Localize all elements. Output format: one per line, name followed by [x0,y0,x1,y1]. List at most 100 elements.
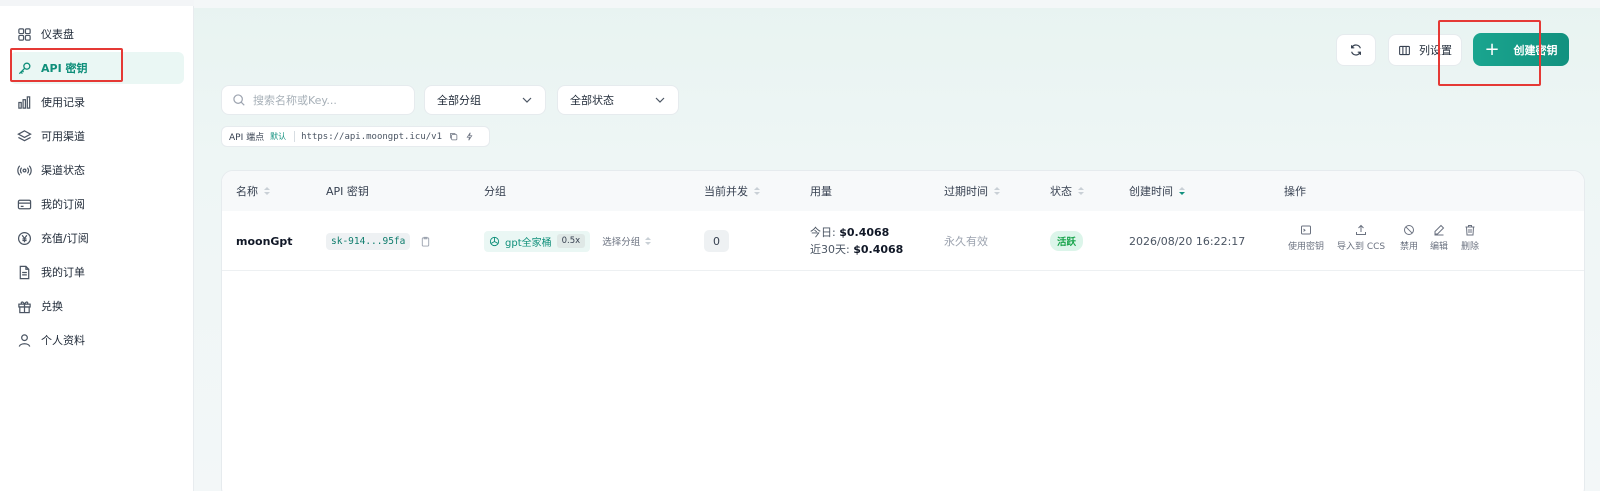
columns-icon [1399,45,1410,55]
sidebar-item-label: 我的订阅 [41,198,85,211]
api-keys-table: 名称 API 密钥 分组 当前并发 用量 过期时间 状态 创建时间 操作 moo… [221,170,1585,491]
usage-30d: 近30天: $0.4068 [810,241,903,258]
status-cell: 活跃 [1050,211,1084,271]
status-filter-value: 全部状态 [570,94,614,107]
delete-button[interactable]: 删除 [1461,224,1479,252]
sidebar-item-orders[interactable]: 我的订单 [10,256,184,288]
divider [294,131,296,142]
usage-30d-value: $0.4068 [853,243,904,256]
copy-icon[interactable] [449,132,458,141]
sort-icon [264,187,270,195]
edit-button[interactable]: 编辑 [1430,224,1448,252]
refresh-icon [1351,44,1361,56]
header-label: API 密钥 [326,185,369,198]
import-ccs-button[interactable]: 导入到 CCS [1337,224,1385,252]
api-endpoint-bar: API 端点 默认 https://api.moongpt.icu/v1 [221,126,490,147]
sidebar-item-dashboard[interactable]: 仪表盘 [10,18,184,50]
action-label: 导入到 CCS [1337,242,1386,252]
sort-icon [994,187,1000,195]
column-header-group: 分组 [484,171,506,211]
action-label: 使用密钥 [1288,242,1325,252]
group-multiplier: 0.5x [556,234,586,248]
openai-icon [489,236,500,246]
sidebar-item-api-keys[interactable]: API 密钥 [10,52,184,84]
column-header-expire[interactable]: 过期时间 [944,171,1000,211]
top-strip [194,0,1600,8]
upload-icon [1356,224,1367,235]
choose-group-select[interactable]: 选择分组 [602,234,652,248]
column-header-key: API 密钥 [326,171,369,211]
sort-icon [1179,187,1185,195]
header-label: 过期时间 [944,185,988,198]
card-icon [17,199,32,209]
sidebar-item-channels[interactable]: 可用渠道 [10,120,184,152]
create-key-label: 创建密钥 [1513,43,1558,57]
chevron-down-icon [655,97,665,103]
column-settings-button[interactable]: 列设置 [1388,34,1462,66]
column-header-usage: 用量 [810,171,832,211]
sidebar-item-label: 使用记录 [41,96,85,109]
created-value: 2026/08/20 16:22:17 [1129,234,1246,248]
sidebar-item-redeem[interactable]: 兑换 [10,290,184,322]
sidebar-item-label: 渠道状态 [41,164,85,177]
key-value: sk-914...95fa [326,232,411,250]
sidebar-item-label: API 密钥 [41,62,88,75]
sidebar-item-label: 可用渠道 [41,130,85,143]
group-tag[interactable]: gpt全家桶 0.5x [484,230,591,252]
action-label: 编辑 [1430,242,1449,252]
chevron-down-icon [522,97,532,103]
plus-icon: + [1484,38,1500,60]
sidebar-item-label: 我的订单 [41,266,85,279]
header-label: 当前并发 [704,185,748,198]
sidebar-top-strip [0,0,194,6]
header-label: 状态 [1050,185,1072,198]
gift-icon [18,300,31,313]
status-filter-select[interactable]: 全部状态 [557,85,679,115]
table-header: 名称 API 密钥 分组 当前并发 用量 过期时间 状态 创建时间 操作 [222,171,1584,211]
action-label: 删除 [1461,242,1480,252]
sidebar-item-label: 个人资料 [41,334,85,347]
table-row: moonGpt sk-914...95fa gpt全家桶 0.5x 选择分组 0 [222,211,1584,271]
main-content: 列设置 + 创建密钥 全部分组 全部状态 API 端点 默认 https://a… [194,0,1600,491]
search-box[interactable] [221,85,415,115]
usage-cell: 今日: $0.4068 近30天: $0.4068 [810,211,903,271]
endpoint-url: https://api.moongpt.icu/v1 [301,131,442,142]
search-icon [233,94,245,106]
sidebar: 仪表盘 API 密钥 使用记录 可用渠道 渠道状态 我的订阅 充值/订阅 我的订… [0,0,194,491]
disable-button[interactable]: 禁用 [1400,224,1418,252]
sidebar-item-channel-status[interactable]: 渠道状态 [10,154,184,186]
sort-icon [754,187,760,195]
create-key-button[interactable]: + 创建密钥 [1473,33,1569,66]
column-header-status[interactable]: 状态 [1050,171,1084,211]
header-label: 创建时间 [1129,185,1173,198]
concurrency-cell: 0 [704,211,729,271]
header-label: 用量 [810,185,832,198]
key-icon [18,61,31,74]
column-header-concurrency[interactable]: 当前并发 [704,171,760,211]
column-header-actions: 操作 [1284,171,1306,211]
group-name: gpt全家桶 [505,237,552,249]
terminal-icon [1301,225,1311,235]
header-label: 操作 [1284,185,1306,198]
sidebar-item-usage[interactable]: 使用记录 [10,86,184,118]
search-input[interactable] [253,93,403,107]
lightning-icon[interactable] [465,132,474,141]
bar-chart-icon [18,95,31,109]
sidebar-item-subscriptions[interactable]: 我的订阅 [10,188,184,220]
group-filter-select[interactable]: 全部分组 [424,85,546,115]
action-label: 禁用 [1400,242,1419,252]
trash-icon [1465,225,1475,236]
use-key-button[interactable]: 使用密钥 [1288,224,1324,252]
column-settings-label: 列设置 [1419,44,1452,57]
user-icon [18,333,31,347]
column-header-created[interactable]: 创建时间 [1129,171,1185,211]
column-header-name[interactable]: 名称 [236,171,270,211]
dashboard-icon [18,27,31,41]
sidebar-item-recharge[interactable]: 充值/订阅 [10,222,184,254]
key-value-cell: sk-914...95fa [326,211,431,271]
refresh-button[interactable] [1336,34,1376,66]
sidebar-item-profile[interactable]: 个人资料 [10,324,184,356]
clipboard-icon[interactable] [420,236,431,247]
ban-icon [1404,225,1414,235]
sidebar-item-label: 兑换 [41,300,63,313]
